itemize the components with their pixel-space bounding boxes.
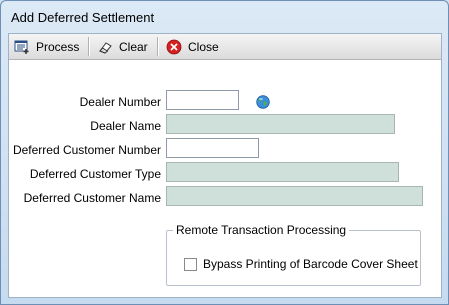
- dealer-name-field[interactable]: [166, 114, 395, 134]
- process-label: Process: [36, 39, 80, 54]
- dealer-name-label: Dealer Name: [90, 119, 161, 133]
- toolbar-separator: [157, 37, 159, 56]
- title-bar: Add Deferred Settlement: [1, 1, 448, 33]
- deferred-customer-name-label: Deferred Customer Name: [23, 191, 161, 205]
- close-button[interactable]: Close: [166, 36, 219, 57]
- deferred-customer-name-field[interactable]: [166, 186, 423, 206]
- deferred-customer-type-label: Deferred Customer Type: [29, 167, 161, 181]
- deferred-customer-type-field[interactable]: [166, 162, 399, 182]
- dealer-number-input[interactable]: [166, 90, 239, 110]
- toolbar: Process Clear Close: [9, 34, 441, 60]
- clear-label: Clear: [119, 39, 148, 54]
- window-title: Add Deferred Settlement: [11, 10, 155, 25]
- dialog-window: Add Deferred Settlement Process Clear Cl…: [0, 0, 449, 305]
- dialog-body: Process Clear Close Dealer Number Dealer…: [8, 33, 442, 298]
- close-label: Close: [188, 39, 219, 54]
- process-button[interactable]: Process: [14, 36, 79, 57]
- process-icon: [14, 39, 30, 55]
- deferred-customer-number-label: Deferred Customer Number: [12, 143, 161, 157]
- eraser-icon: [97, 39, 113, 55]
- toolbar-separator: [88, 37, 90, 56]
- globe-lookup-icon[interactable]: [256, 95, 270, 109]
- checkbox-box[interactable]: [184, 257, 197, 271]
- group-title: Remote Transaction Processing: [173, 223, 350, 237]
- clear-button[interactable]: Clear: [97, 36, 148, 57]
- close-icon: [166, 39, 182, 55]
- bypass-printing-checkbox[interactable]: Bypass Printing of Barcode Cover Sheet: [184, 257, 418, 271]
- dealer-number-label: Dealer Number: [79, 95, 161, 109]
- deferred-customer-number-input[interactable]: [166, 138, 259, 158]
- bypass-printing-label: Bypass Printing of Barcode Cover Sheet: [203, 257, 418, 271]
- remote-transaction-group: Remote Transaction Processing Bypass Pri…: [166, 223, 421, 286]
